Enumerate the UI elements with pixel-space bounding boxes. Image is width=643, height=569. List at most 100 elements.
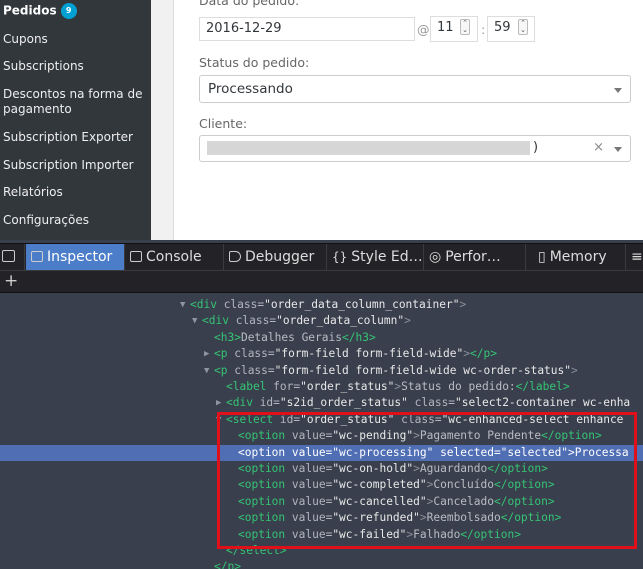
client-label: Cliente:: [199, 116, 248, 131]
tab-style-editor[interactable]: {} Style Ed…: [327, 244, 424, 271]
pick-element-icon: [2, 250, 15, 262]
markup-token: >: [404, 314, 411, 328]
tree-node[interactable]: ▼ <p class="form-field form-field-wide wc…: [0, 363, 643, 379]
markup-token: Detalhes Gerais: [240, 330, 342, 344]
debugger-icon: [229, 251, 241, 262]
redacted-client-name: [207, 141, 530, 155]
markup-token: "s2id_order_status": [279, 396, 408, 410]
sidebar-item-relatorios[interactable]: Relatórios: [3, 185, 63, 200]
markup-token: "order_data_column": [276, 314, 405, 328]
hour-value: 11: [437, 20, 454, 35]
tab-inspector[interactable]: Inspector: [26, 244, 125, 271]
console-icon: [130, 251, 142, 262]
clear-icon[interactable]: ×: [593, 140, 604, 155]
admin-sidebar: Pedidos 9 Cupons Subscriptions Descontos …: [0, 0, 151, 240]
inspector-icon: [31, 251, 43, 262]
sidebar-item-label: pagamento: [3, 102, 72, 116]
markup-token: class=: [228, 314, 277, 328]
markup-token: "form-field form-field-wide": [274, 347, 464, 361]
markup-token: <div: [190, 298, 217, 311]
tab-debugger[interactable]: Debugger: [224, 244, 327, 271]
expand-twisty-icon[interactable]: ▶: [216, 395, 221, 411]
markup-token: </p>: [469, 347, 497, 361]
tab-label: Debugger: [245, 249, 315, 265]
collapse-twisty-icon[interactable]: ▼: [192, 313, 197, 329]
tab-memory[interactable]: ▯ Memory: [526, 244, 626, 271]
tree-node[interactable]: ▶ <p class="form-field form-field-wide"><…: [0, 346, 643, 362]
sidebar-item-subscriptions[interactable]: Subscriptions: [3, 59, 84, 74]
minute-value: 59: [494, 20, 511, 35]
braces-icon: {}: [332, 250, 348, 264]
chevron-down-icon: [614, 88, 622, 93]
pick-element-button[interactable]: [0, 244, 25, 271]
markup-token: class=: [227, 347, 275, 361]
date-label: Data do pedido:: [199, 0, 300, 8]
markup-token: </h3>: [342, 330, 376, 344]
node-markup: <div class="order_data_column_container"…: [190, 297, 466, 313]
memory-icon: ▯: [538, 249, 546, 265]
markup-token: class=: [227, 363, 275, 377]
count-badge: 9: [60, 3, 77, 19]
more-tools-button[interactable]: ≡: [626, 244, 643, 271]
time-colon: :: [481, 22, 486, 37]
markup-token: <h3>: [214, 330, 241, 344]
markup-token: >: [571, 363, 578, 377]
performance-icon: ◎: [429, 249, 442, 265]
markup-token: Status do pedido:: [401, 380, 516, 393]
collapse-twisty-icon[interactable]: ▼: [204, 363, 209, 379]
inspector-toolbar: +: [0, 270, 643, 293]
node-markup: <label for="order_status">Status do pedi…: [226, 379, 570, 395]
tree-node[interactable]: <h3>Detalhes Gerais</h3>: [0, 330, 643, 346]
client-suffix: ): [533, 140, 539, 155]
sidebar-item-pedidos[interactable]: Pedidos 9: [3, 3, 77, 19]
markup-token: "select2-container wc-enha: [455, 396, 631, 410]
markup-token: class=: [216, 298, 265, 311]
tab-label: Console: [146, 249, 202, 265]
tree-node[interactable]: ▼ <div class="order_data_column">: [0, 313, 643, 329]
minute-stepper[interactable]: ⌃ ⌄: [518, 19, 528, 35]
sidebar-item-configuracoes[interactable]: Configurações: [3, 213, 89, 228]
status-value: Processando: [208, 81, 293, 97]
hour-stepper[interactable]: ⌃ ⌄: [460, 19, 470, 35]
tab-label: Inspector: [47, 249, 113, 265]
tree-node[interactable]: ▶ <div id="s2id_order_status" class="sele…: [0, 395, 643, 411]
client-select[interactable]: ) ×: [199, 135, 631, 162]
markup-token: </label>: [515, 380, 570, 393]
tab-label: Memory: [549, 249, 607, 265]
node-markup: <p class="form-field form-field-wide wc-…: [214, 363, 578, 379]
node-markup: </p>: [214, 559, 241, 569]
chevron-down-icon: [614, 147, 622, 152]
order-details-panel: Data do pedido: 2016-12-29 @ 11 ⌃ ⌄ : 59 …: [173, 0, 643, 240]
wp-admin-area: Pedidos 9 Cupons Subscriptions Descontos …: [0, 0, 643, 240]
tab-console[interactable]: Console: [125, 244, 224, 271]
order-status-select[interactable]: Processando: [199, 75, 631, 103]
markup-token: >: [463, 347, 470, 361]
sidebar-item-label: Pedidos: [3, 3, 57, 18]
order-date-input[interactable]: 2016-12-29: [199, 17, 415, 41]
hour-input[interactable]: 11: [430, 16, 478, 42]
node-markup: <h3>Detalhes Gerais</h3>: [214, 330, 376, 346]
tree-node[interactable]: ▼ <div class="order_data_column_container…: [0, 297, 643, 313]
expand-twisty-icon[interactable]: ▶: [204, 346, 209, 362]
markup-token: "order_data_column_container": [264, 298, 460, 311]
markup-token: >: [459, 298, 467, 311]
markup-token: class=: [407, 396, 456, 410]
tab-label: Perfor…: [445, 249, 501, 265]
collapse-twisty-icon[interactable]: ▼: [180, 297, 185, 313]
sidebar-item-cupons[interactable]: Cupons: [3, 32, 48, 47]
markup-token: <p: [214, 363, 228, 377]
menu-icon: ≡: [631, 249, 643, 265]
annotation-highlight-box: [217, 412, 637, 549]
devtools-tabbar: Inspector Console Debugger {} Style Ed… ◎…: [0, 243, 643, 271]
markup-token: <div: [226, 396, 253, 410]
at-sign: @: [417, 22, 430, 37]
add-node-button[interactable]: +: [4, 271, 18, 291]
sidebar-item-subscription-exporter[interactable]: Subscription Exporter: [3, 130, 133, 145]
sidebar-item-subscription-importer[interactable]: Subscription Importer: [3, 158, 134, 173]
sidebar-item-descontos[interactable]: Descontos na forma de pagamento: [3, 87, 142, 117]
tab-performance[interactable]: ◎ Perfor…: [424, 244, 526, 271]
tree-node[interactable]: <label for="order_status">Status do pedi…: [0, 379, 643, 395]
tree-node[interactable]: </p>: [0, 559, 643, 569]
markup-token: <p: [214, 347, 228, 361]
sidebar-item-label: Descontos na forma de: [3, 87, 143, 101]
